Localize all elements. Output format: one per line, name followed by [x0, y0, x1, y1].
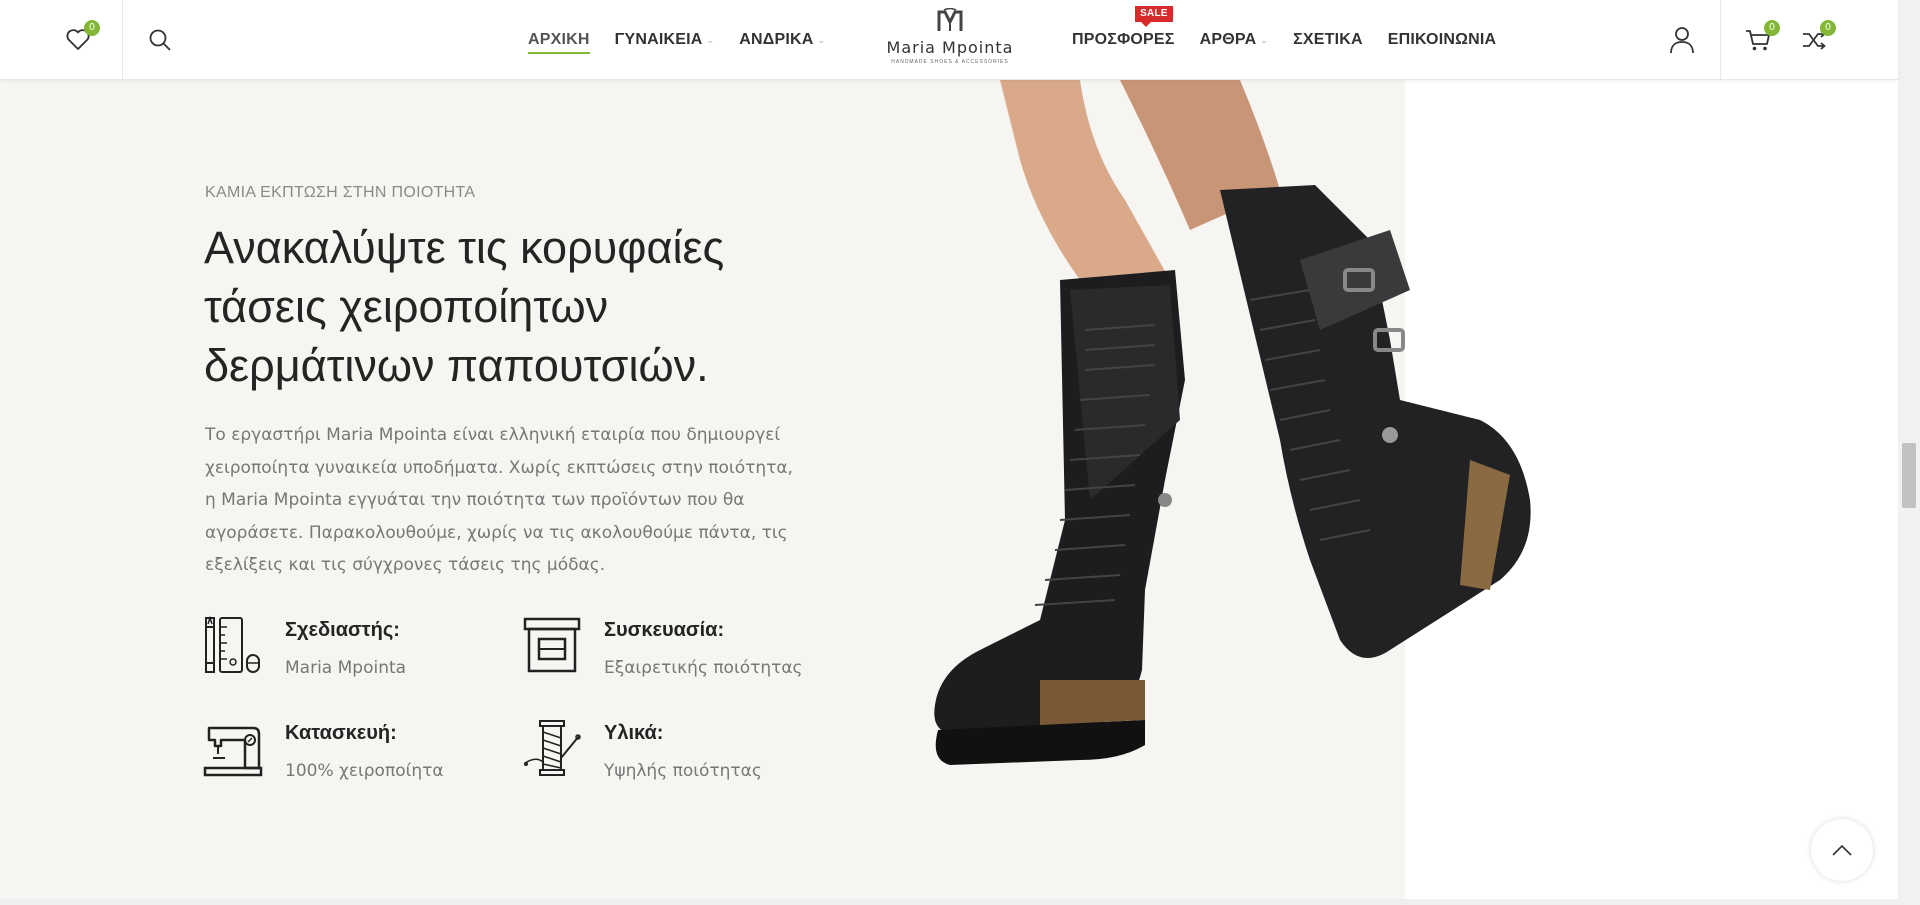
chevron-down-icon: ⌄ — [1260, 34, 1269, 45]
hero-title-line: δερμάτινων παπουτσιών. — [204, 340, 709, 391]
feature-value: Maria Mpointa — [285, 658, 407, 678]
site-header: 0 ΑΡΧΙΚΗ ΓΥΝΑΙΚΕΙΑ ⌄ ΑΝΔΡΙΚΑ ⌄ Maria Mpo… — [0, 0, 1898, 80]
nav-label: ΑΝΔΡΙΚΑ — [739, 31, 814, 48]
nav-item-women[interactable]: ΓΥΝΑΙΚΕΙΑ ⌄ — [615, 0, 715, 80]
hero-title-line: Ανακαλύψτε τις κορυφαίες — [204, 222, 725, 273]
design-tools-icon — [203, 615, 263, 675]
hero-title: Ανακαλύψτε τις κορυφαίες τάσεις χειροποί… — [204, 218, 824, 395]
scrollbar-thumb[interactable] — [1902, 443, 1916, 508]
feature-title: Κατασκευή: — [285, 722, 397, 744]
hero-eyebrow: ΚΑΜΙΑ ΕΚΠΤΩΣΗ ΣΤΗΝ ΠΟΙΟΤΗΤΑ — [205, 184, 476, 201]
nav-label: ΑΡΧΙΚΗ — [528, 31, 590, 54]
user-icon — [1670, 27, 1694, 54]
cart-count-badge: 0 — [1764, 20, 1780, 36]
sale-badge: SALE — [1135, 6, 1173, 27]
package-box-icon — [522, 615, 582, 675]
scroll-to-top-button[interactable] — [1811, 819, 1873, 881]
feature-title: Σχεδιαστής: — [285, 619, 400, 641]
nav-label: ΑΡΘΡΑ — [1199, 31, 1257, 48]
feature-construction: Κατασκευή: 100% χειροποίητα — [203, 718, 444, 781]
site-logo[interactable]: Maria Mpointa HANDMADE SHOES & ACCESSORI… — [870, 8, 1030, 74]
hero-description: Το εργαστήρι Maria Mpointa είναι ελληνικ… — [205, 425, 793, 575]
hero-title-line: τάσεις χειροποίητων — [204, 281, 609, 332]
sewing-machine-icon — [203, 718, 263, 778]
logo-tagline: HANDMADE SHOES & ACCESSORIES — [891, 59, 1009, 65]
chevron-down-icon: ⌄ — [706, 34, 715, 45]
page-bottom-divider — [0, 899, 1898, 905]
account-button[interactable] — [1664, 22, 1700, 58]
feature-value: Υψηλής ποιότητας — [604, 761, 762, 781]
nav-item-contact[interactable]: ΕΠΙΚΟΙΝΩΝΙΑ — [1388, 0, 1497, 80]
feature-packaging: Συσκευασία: Εξαιρετικής ποιότητας — [522, 615, 803, 678]
compare-count-badge: 0 — [1820, 20, 1836, 36]
main-nav-left: ΑΡΧΙΚΗ ΓΥΝΑΙΚΕΙΑ ⌄ ΑΝΔΡΙΚΑ ⌄ — [528, 0, 850, 80]
nav-item-home[interactable]: ΑΡΧΙΚΗ — [528, 0, 590, 80]
header-divider — [122, 0, 123, 80]
nav-item-men[interactable]: ΑΝΔΡΙΚΑ ⌄ — [739, 0, 825, 80]
nav-item-offers[interactable]: ΠΡΟΣΦΟΡΕΣ SALE — [1072, 0, 1175, 80]
nav-label: ΣΧΕΤΙΚΑ — [1293, 31, 1363, 48]
search-button[interactable] — [142, 22, 178, 58]
thread-spool-icon — [522, 718, 582, 778]
chevron-down-icon: ⌄ — [817, 34, 826, 45]
cart-button[interactable]: 0 — [1740, 20, 1780, 58]
logo-monogram-icon — [937, 8, 963, 31]
wishlist-count-badge: 0 — [84, 20, 100, 36]
nav-item-about[interactable]: ΣΧΕΤΙΚΑ — [1293, 0, 1363, 80]
compare-button[interactable]: 0 — [1796, 20, 1836, 58]
nav-label: ΕΠΙΚΟΙΝΩΝΙΑ — [1387, 31, 1497, 48]
page-scrollbar[interactable] — [1898, 0, 1920, 905]
main-nav-right: ΠΡΟΣΦΟΡΕΣ SALE ΑΡΘΡΑ ⌄ ΣΧΕΤΙΚΑ ΕΠΙΚΟΙΝΩΝ… — [1072, 0, 1521, 80]
feature-title: Υλικά: — [604, 722, 664, 744]
wishlist-button[interactable]: 0 — [60, 20, 100, 58]
search-icon — [149, 29, 171, 51]
nav-label: ΓΥΝΑΙΚΕΙΑ — [614, 31, 703, 48]
feature-title: Συσκευασία: — [604, 619, 725, 641]
hero-boots-image — [934, 80, 1531, 765]
chevron-up-icon — [1832, 844, 1852, 856]
logo-name: Maria Mpointa — [886, 38, 1014, 57]
feature-value: 100% χειροποίητα — [285, 761, 444, 781]
header-divider — [1720, 0, 1721, 80]
nav-item-articles[interactable]: ΑΡΘΡΑ ⌄ — [1200, 0, 1268, 80]
feature-value: Εξαιρετικής ποιότητας — [604, 658, 803, 678]
feature-materials: Υλικά: Υψηλής ποιότητας — [522, 718, 762, 781]
feature-designer: Σχεδιαστής: Maria Mpointa — [203, 615, 406, 678]
nav-label: ΠΡΟΣΦΟΡΕΣ — [1072, 31, 1175, 48]
